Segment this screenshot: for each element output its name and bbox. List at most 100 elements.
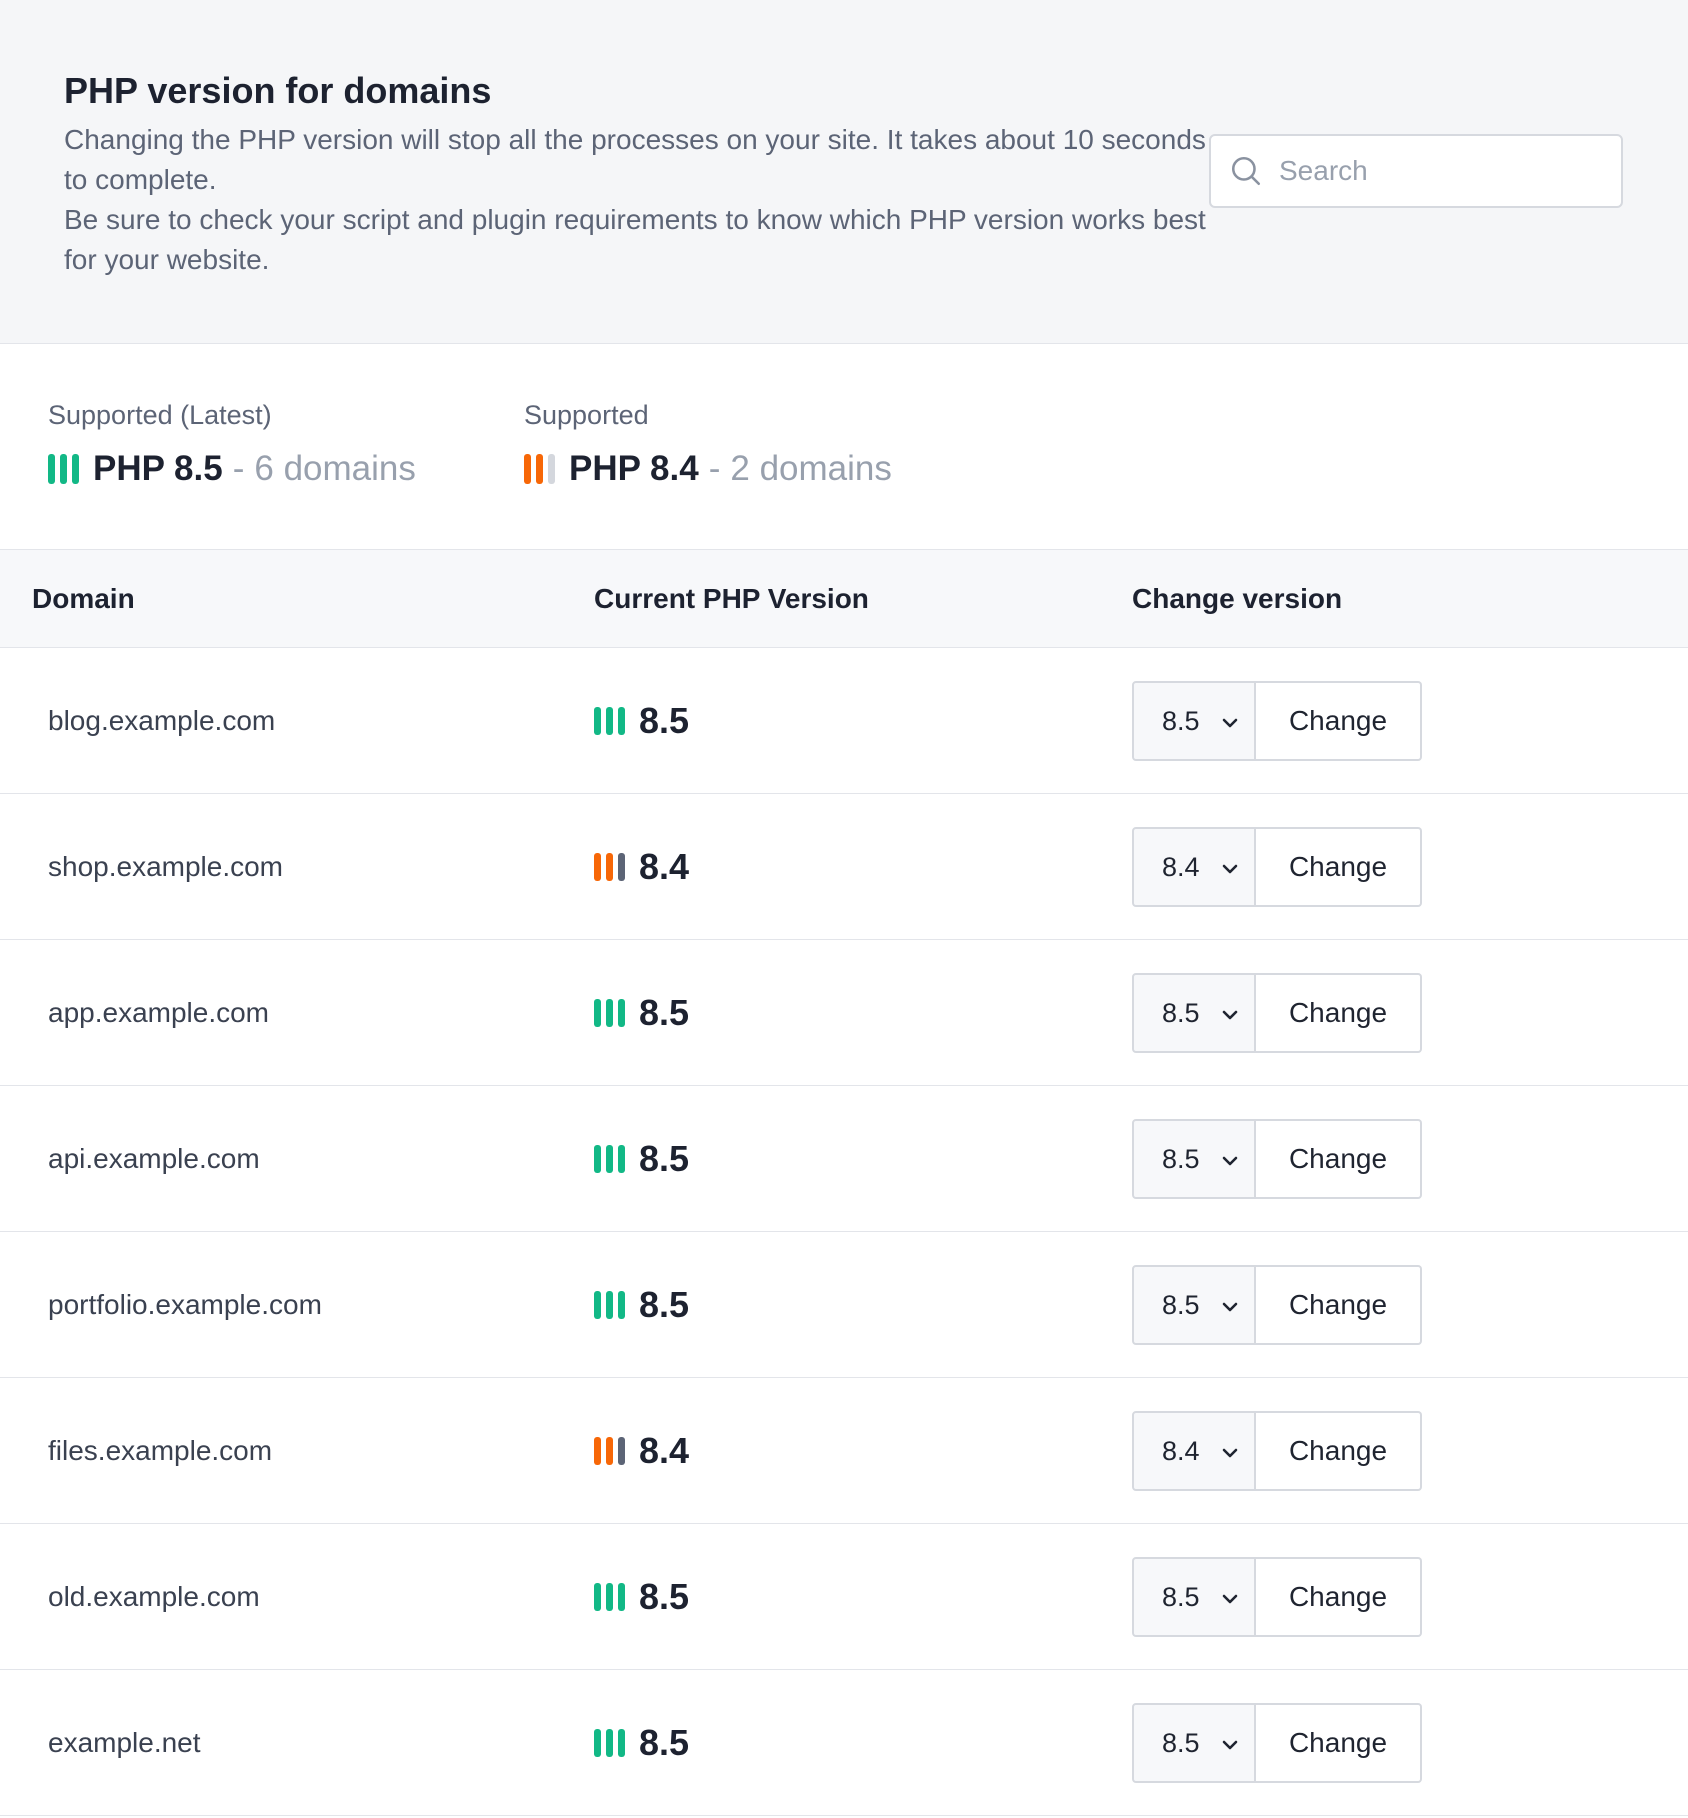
domain-name: old.example.com — [48, 1581, 260, 1612]
version-select[interactable]: 8.5 — [1132, 681, 1256, 761]
version-select[interactable]: 8.4 — [1132, 827, 1256, 907]
php-status-bars-icon — [594, 1291, 625, 1319]
version-select-value: 8.5 — [1162, 1581, 1200, 1612]
description-line-1: Changing the PHP version will stop all t… — [64, 124, 1206, 195]
table-row: shop.example.com 8.4 8.4 Change — [0, 794, 1688, 940]
change-button[interactable]: Change — [1256, 681, 1422, 761]
change-button[interactable]: Change — [1256, 1557, 1422, 1637]
table-body: blog.example.com 8.5 8.5 Change shop.example… — [0, 648, 1688, 1816]
php-status-bars-icon — [524, 454, 555, 484]
version-select-value: 8.5 — [1162, 1289, 1200, 1320]
current-version: 8.5 — [594, 940, 689, 1086]
chevron-down-icon — [1222, 864, 1238, 874]
chevron-down-icon — [1222, 718, 1238, 728]
chevron-down-icon — [1222, 1156, 1238, 1166]
summary-domain-count: 2 domains — [730, 449, 892, 488]
summary-separator: - — [708, 449, 721, 488]
column-header-current-version: Current PHP Version — [594, 583, 869, 614]
version-select[interactable]: 8.5 — [1132, 1119, 1256, 1199]
table-row: api.example.com 8.5 8.5 Change — [0, 1086, 1688, 1232]
current-version-number: 8.5 — [639, 1576, 690, 1617]
domain-name: shop.example.com — [48, 851, 284, 882]
page-header: PHP version for domains Changing the PHP… — [0, 0, 1688, 344]
column-header-change-version: Change version — [1132, 583, 1343, 614]
column-header-domain: Domain — [32, 583, 135, 614]
change-button[interactable]: Change — [1256, 973, 1422, 1053]
php-status-bars-icon — [594, 1729, 625, 1757]
domain-name: example.net — [48, 1727, 201, 1758]
php-status-bars-icon — [594, 853, 625, 881]
current-version: 8.4 — [594, 794, 689, 940]
domain-name: api.example.com — [48, 1143, 260, 1174]
version-select[interactable]: 8.5 — [1132, 973, 1256, 1053]
table-row: app.example.com 8.5 8.5 Change — [0, 940, 1688, 1086]
version-select-value: 8.5 — [1162, 705, 1200, 736]
current-version-number: 8.5 — [639, 1284, 690, 1325]
version-select[interactable]: 8.5 — [1132, 1265, 1256, 1345]
summary-version: PHP 8.5 — [93, 449, 223, 488]
current-version: 8.5 — [594, 1086, 689, 1232]
summary-value: PHP 8.5 - 6 domains — [48, 449, 416, 489]
summary-version: PHP 8.4 — [569, 449, 699, 488]
description-line-2: Be sure to check your script and plugin … — [64, 204, 1206, 275]
version-select-value: 8.5 — [1162, 1143, 1200, 1174]
page-title: PHP version for domains — [64, 70, 492, 111]
php-status-bars-icon — [594, 999, 625, 1027]
table-row: old.example.com 8.5 8.5 Change — [0, 1524, 1688, 1670]
table-row: portfolio.example.com 8.5 8.5 Change — [0, 1232, 1688, 1378]
current-version-number: 8.5 — [639, 700, 690, 741]
summary-supported: Supported PHP 8.4 - 2 domains — [524, 400, 892, 489]
change-button[interactable]: Change — [1256, 1703, 1422, 1783]
summary-label: Supported — [524, 400, 649, 430]
current-version-number: 8.5 — [639, 992, 690, 1033]
summary-value: PHP 8.4 - 2 domains — [524, 449, 892, 489]
current-version: 8.4 — [594, 1378, 689, 1524]
change-button[interactable]: Change — [1256, 827, 1422, 907]
current-version-number: 8.5 — [639, 1722, 690, 1763]
change-button[interactable]: Change — [1256, 1119, 1422, 1199]
table-row: example.net 8.5 8.5 Change — [0, 1670, 1688, 1816]
php-status-bars-icon — [48, 454, 79, 484]
version-select-value: 8.5 — [1162, 1727, 1200, 1758]
domain-name: portfolio.example.com — [48, 1289, 322, 1320]
search-box[interactable] — [1209, 134, 1623, 208]
current-version-number: 8.4 — [639, 1430, 690, 1471]
current-version: 8.5 — [594, 648, 689, 794]
version-select-value: 8.4 — [1162, 1435, 1200, 1466]
version-summary: Supported (Latest) PHP 8.5 - 6 domains S… — [0, 344, 1688, 550]
chevron-down-icon — [1222, 1010, 1238, 1020]
summary-label: Supported (Latest) — [48, 400, 272, 430]
page-description: Changing the PHP version will stop all t… — [64, 120, 1214, 280]
summary-latest: Supported (Latest) PHP 8.5 - 6 domains — [48, 400, 416, 489]
change-button[interactable]: Change — [1256, 1265, 1422, 1345]
change-button[interactable]: Change — [1256, 1411, 1422, 1491]
domain-name: blog.example.com — [48, 705, 276, 736]
current-version: 8.5 — [594, 1670, 689, 1816]
current-version: 8.5 — [594, 1232, 689, 1378]
current-version: 8.5 — [594, 1524, 689, 1670]
current-version-number: 8.4 — [639, 846, 690, 887]
php-status-bars-icon — [594, 707, 625, 735]
version-select-value: 8.5 — [1162, 997, 1200, 1028]
chevron-down-icon — [1222, 1448, 1238, 1458]
version-select[interactable]: 8.5 — [1132, 1557, 1256, 1637]
version-select-value: 8.4 — [1162, 851, 1200, 882]
table-row: blog.example.com 8.5 8.5 Change — [0, 648, 1688, 794]
current-version-number: 8.5 — [639, 1138, 690, 1179]
chevron-down-icon — [1222, 1740, 1238, 1750]
search-icon — [1231, 156, 1261, 186]
domain-name: files.example.com — [48, 1435, 273, 1466]
version-select[interactable]: 8.4 — [1132, 1411, 1256, 1491]
summary-domain-count: 6 domains — [254, 449, 416, 488]
table-row: files.example.com 8.4 8.4 Change — [0, 1378, 1688, 1524]
php-status-bars-icon — [594, 1583, 625, 1611]
chevron-down-icon — [1222, 1594, 1238, 1604]
table-header: Domain Current PHP Version Change versio… — [0, 550, 1688, 648]
version-select[interactable]: 8.5 — [1132, 1703, 1256, 1783]
php-status-bars-icon — [594, 1437, 625, 1465]
search-input[interactable] — [1277, 154, 1601, 188]
summary-separator: - — [232, 449, 245, 488]
chevron-down-icon — [1222, 1302, 1238, 1312]
php-status-bars-icon — [594, 1145, 625, 1173]
domain-name: app.example.com — [48, 997, 270, 1028]
